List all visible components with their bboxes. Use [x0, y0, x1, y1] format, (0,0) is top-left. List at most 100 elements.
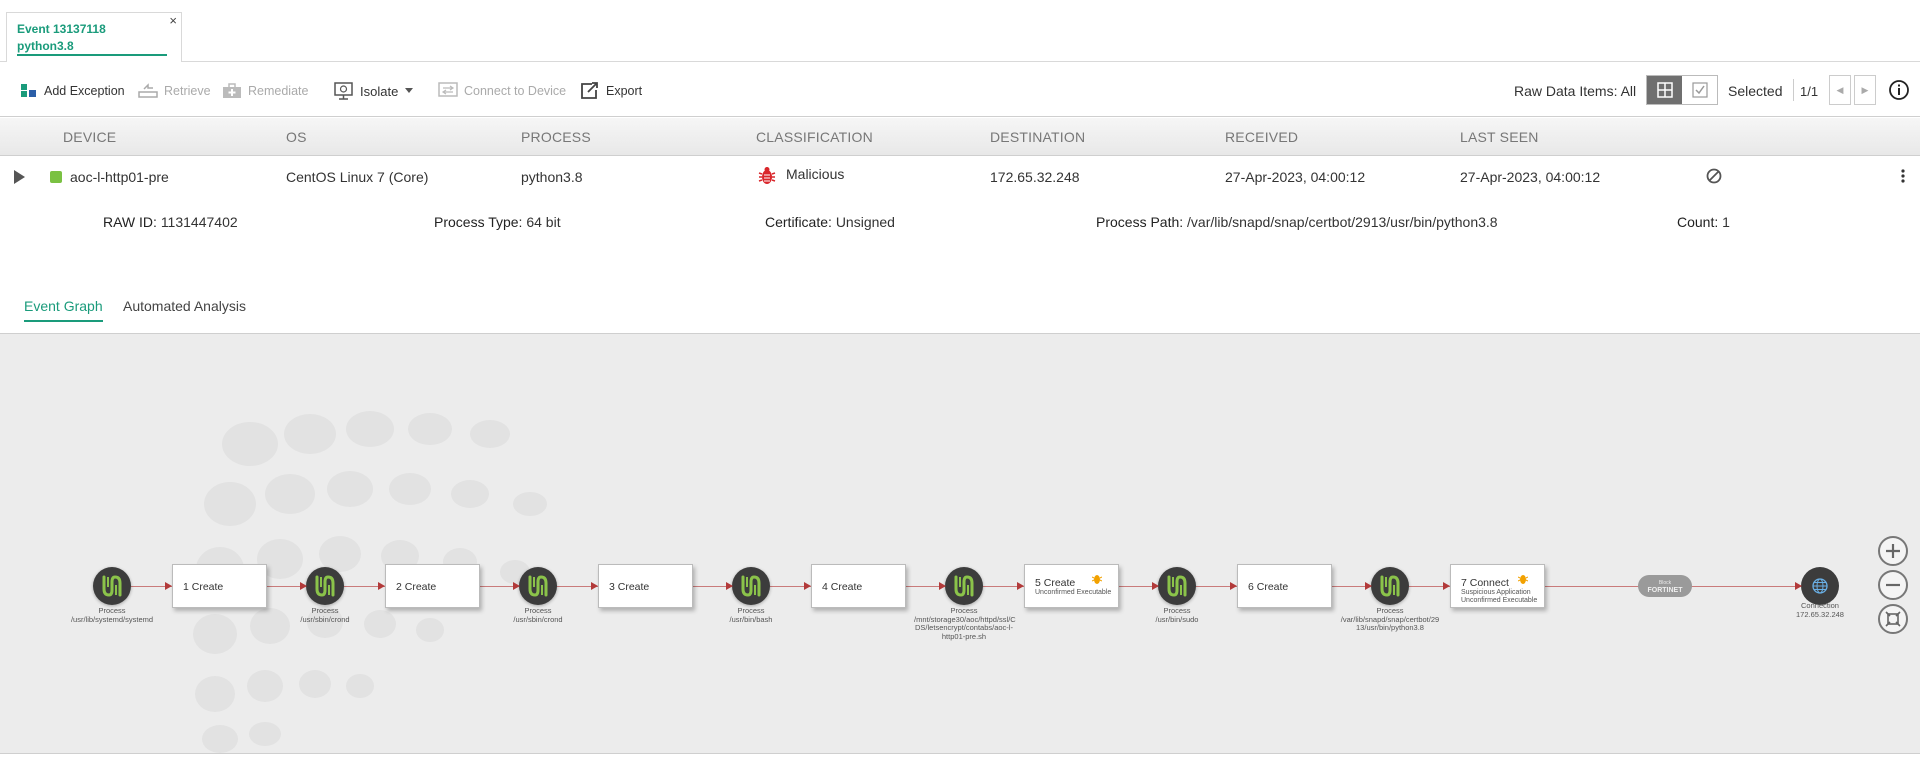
- arrow-icon: [1230, 582, 1237, 590]
- close-tab-icon[interactable]: ×: [169, 13, 177, 28]
- process-path-value: /var/lib/snapd/snap/certbot/2913/usr/bin…: [1187, 214, 1498, 230]
- count-field: Count: 1: [1677, 214, 1730, 230]
- process-node[interactable]: [519, 567, 557, 605]
- arrow-icon: [513, 582, 520, 590]
- background-pattern: [193, 411, 547, 753]
- column-header-last-seen[interactable]: LAST SEEN: [1460, 129, 1539, 145]
- tab-event-graph[interactable]: Event Graph: [24, 298, 103, 322]
- process-node-label: Process/usr/bin/sudo: [1127, 606, 1227, 624]
- chevron-right-icon: ▶: [1861, 84, 1869, 95]
- table-header: DEVICE OS PROCESS CLASSIFICATION DESTINA…: [0, 118, 1920, 156]
- table-row[interactable]: aoc-l-http01-pre CentOS Linux 7 (Core) p…: [0, 157, 1920, 197]
- process-node-label: Process/usr/sbin/crond: [488, 606, 588, 624]
- info-button[interactable]: [1888, 79, 1910, 106]
- column-header-device[interactable]: DEVICE: [63, 129, 116, 145]
- process-node[interactable]: [1371, 567, 1409, 605]
- arrow-icon: [726, 582, 733, 590]
- expand-row-icon[interactable]: [14, 170, 25, 184]
- process-node-path: /usr/sbin/crond: [513, 614, 563, 624]
- connect-to-device-button[interactable]: Connect to Device: [438, 79, 566, 103]
- action-node[interactable]: 1 Create: [172, 564, 267, 608]
- zoom-out-button[interactable]: [1878, 570, 1908, 600]
- column-header-process[interactable]: PROCESS: [521, 129, 591, 145]
- arrow-icon: [591, 582, 598, 590]
- classification-cell: Malicious: [786, 166, 845, 182]
- add-exception-button[interactable]: Add Exception: [20, 79, 125, 103]
- action-node-label: 2 Create: [396, 581, 437, 593]
- toolbar: Add Exception Retrieve Remediate Isolate…: [0, 63, 1920, 117]
- next-page-button[interactable]: ▶: [1854, 75, 1876, 105]
- process-cell: python3.8: [521, 169, 583, 185]
- tab-bar: Event 13137118 python3.8 ×: [0, 0, 1920, 62]
- process-icon: [1167, 575, 1187, 597]
- action-node[interactable]: 4 Create: [811, 564, 906, 608]
- raw-id-value: 1131447402: [160, 214, 238, 230]
- process-icon: [315, 575, 335, 597]
- isolate-label: Isolate: [360, 83, 399, 99]
- process-icon: [1380, 575, 1400, 597]
- count-value: 1: [1722, 214, 1730, 230]
- action-node[interactable]: 3 Create: [598, 564, 693, 608]
- process-icon: [102, 575, 122, 597]
- action-node-classification: Unconfirmed Executable: [1035, 589, 1112, 596]
- process-node-label: Process/usr/bin/bash: [701, 606, 801, 624]
- process-icon: [741, 575, 761, 597]
- retrieve-button[interactable]: Retrieve: [138, 79, 211, 103]
- process-path-field: Process Path: /var/lib/snapd/snap/certbo…: [1096, 214, 1498, 230]
- raw-id-field: RAW ID: 1131447402: [103, 214, 238, 230]
- process-node[interactable]: [306, 567, 344, 605]
- raw-data-items-filter[interactable]: Raw Data Items: All: [1514, 79, 1636, 103]
- process-node[interactable]: [1158, 567, 1196, 605]
- grid-icon: [1656, 82, 1673, 98]
- process-node[interactable]: [732, 567, 770, 605]
- process-type-value: 64 bit: [526, 214, 561, 230]
- action-node[interactable]: 6 Create: [1237, 564, 1332, 608]
- column-header-received[interactable]: RECEIVED: [1225, 129, 1298, 145]
- action-node[interactable]: 7 Connect Suspicious Application Unconfir…: [1450, 564, 1545, 608]
- zoom-out-icon: [1886, 583, 1900, 587]
- grid-view-toggle[interactable]: [1647, 76, 1682, 104]
- action-node-label: 7 Connect: [1461, 577, 1509, 589]
- process-node-label: Process/usr/sbin/crond: [275, 606, 375, 624]
- process-node-path: /mnt/storage30/aoc/httpd/ssl/C DS/letsen…: [914, 614, 1016, 641]
- more-actions-icon[interactable]: [1900, 168, 1906, 189]
- event-graph-canvas[interactable]: Process/usr/lib/systemd/systemd Process/u…: [0, 334, 1920, 754]
- zoom-in-button[interactable]: [1878, 536, 1908, 566]
- column-header-os[interactable]: OS: [286, 129, 307, 145]
- fit-to-screen-button[interactable]: [1878, 604, 1908, 634]
- isolate-icon: [334, 82, 353, 100]
- connection-node[interactable]: [1801, 567, 1839, 605]
- process-node-label: Process/mnt/storage30/aoc/httpd/ssl/C DS…: [914, 606, 1016, 641]
- action-node-classification: Suspicious Application Unconfirmed Execu…: [1461, 589, 1538, 604]
- isolate-button[interactable]: Isolate: [334, 79, 414, 103]
- arrow-icon: [1017, 582, 1024, 590]
- action-node[interactable]: 5 Create Unconfirmed Executable: [1024, 564, 1119, 608]
- count-label: Count:: [1677, 214, 1719, 230]
- blocked-icon[interactable]: [1706, 168, 1722, 189]
- action-node[interactable]: 2 Create: [385, 564, 480, 608]
- process-node-path: /usr/sbin/crond: [300, 614, 350, 624]
- process-node[interactable]: [945, 567, 983, 605]
- selected-label-wrap: Selected: [1728, 79, 1782, 103]
- process-node-label: Process/usr/lib/systemd/systemd: [62, 606, 162, 624]
- event-tab[interactable]: Event 13137118 python3.8 ×: [6, 12, 182, 62]
- connection-ip: 172.65.32.248: [1796, 609, 1844, 619]
- previous-page-button[interactable]: ◀: [1829, 75, 1851, 105]
- column-header-classification[interactable]: CLASSIFICATION: [756, 129, 873, 145]
- remediate-icon: [223, 83, 241, 98]
- warning-icon: [1091, 573, 1103, 585]
- tab-automated-analysis[interactable]: Automated Analysis: [123, 298, 246, 320]
- process-icon: [954, 575, 974, 597]
- process-node[interactable]: [93, 567, 131, 605]
- remediate-button[interactable]: Remediate: [222, 79, 308, 103]
- selected-view-toggle[interactable]: [1682, 76, 1717, 104]
- pager-count-wrap: 1/1: [1800, 79, 1818, 103]
- checkbox-icon: [1691, 82, 1708, 98]
- fortinet-block-badge[interactable]: Block FORTINET: [1638, 575, 1692, 597]
- column-header-destination[interactable]: DESTINATION: [990, 129, 1085, 145]
- arrow-icon: [1152, 582, 1159, 590]
- fit-screen-icon: [1885, 611, 1901, 627]
- export-button[interactable]: Export: [580, 79, 642, 103]
- warning-icon: [1517, 573, 1529, 585]
- arrow-icon: [939, 582, 946, 590]
